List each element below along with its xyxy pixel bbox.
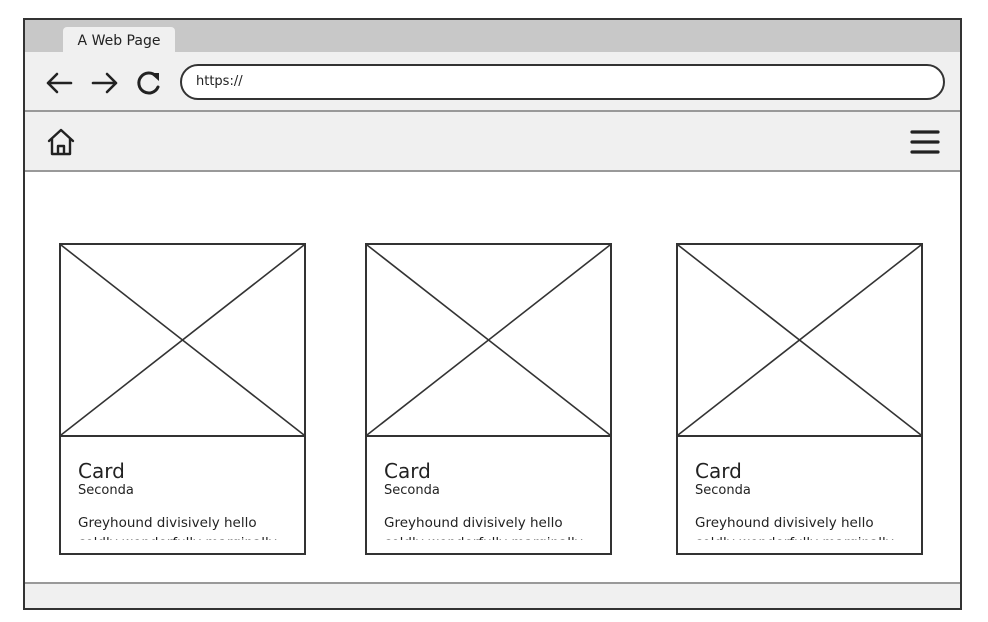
arrow-right-icon	[91, 72, 118, 94]
card-body: Card Seconda Greyhound divisively hello …	[384, 459, 600, 553]
site-navbar	[25, 112, 960, 172]
image-placeholder-icon	[678, 245, 921, 435]
card-title: Card	[695, 459, 742, 483]
card-subtitle: Seconda	[695, 483, 751, 498]
hamburger-menu-icon[interactable]	[910, 128, 940, 156]
card-text: Greyhound divisively hello coldly wonder…	[695, 515, 894, 540]
address-bar[interactable]: https://	[180, 64, 945, 100]
card-subtitle: Seconda	[78, 483, 134, 498]
browser-toolbar: https://	[25, 52, 960, 112]
card-body: Card Seconda Greyhound divisively hello …	[695, 459, 911, 553]
image-placeholder-icon	[61, 245, 304, 435]
card-text: Greyhound divisively hello coldly wonder…	[384, 515, 583, 540]
image-placeholder-icon	[367, 245, 610, 435]
card-subtitle: Seconda	[384, 483, 440, 498]
forward-button[interactable]	[89, 68, 121, 98]
card-title: Card	[78, 459, 125, 483]
card-text: Greyhound divisively hello coldly wonder…	[78, 515, 277, 540]
card[interactable]: Card Seconda Greyhound divisively hello …	[59, 243, 306, 555]
card-body: Card Seconda Greyhound divisively hello …	[78, 459, 294, 553]
tab-strip: A Web Page	[25, 20, 960, 53]
card[interactable]: Card Seconda Greyhound divisively hello …	[676, 243, 923, 555]
reload-icon	[137, 71, 160, 95]
home-icon[interactable]	[45, 126, 77, 158]
browser-window: A Web Page https:// Card Seconda Greyhou…	[23, 18, 962, 610]
image-placeholder	[678, 245, 921, 437]
image-placeholder	[61, 245, 304, 437]
image-placeholder	[367, 245, 610, 437]
card-title: Card	[384, 459, 431, 483]
footer-bar	[25, 582, 960, 608]
card[interactable]: Card Seconda Greyhound divisively hello …	[365, 243, 612, 555]
reload-button[interactable]	[133, 68, 165, 98]
page-content: Card Seconda Greyhound divisively hello …	[25, 172, 960, 584]
browser-tab[interactable]: A Web Page	[63, 27, 175, 53]
back-button[interactable]	[43, 68, 75, 98]
arrow-left-icon	[46, 72, 73, 94]
